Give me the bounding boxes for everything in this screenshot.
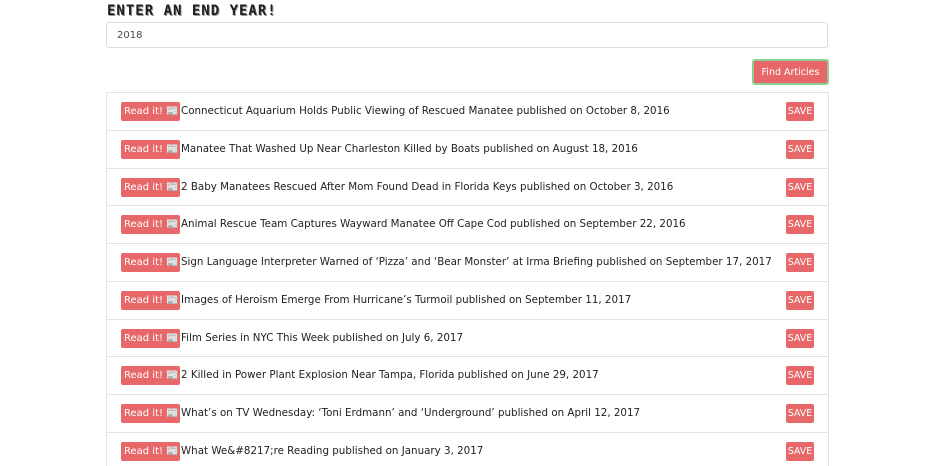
read-it-button[interactable]: Read it! 📰 (121, 441, 181, 461)
article-row: Read it! 📰 2 Killed in Power Plant Explos… (107, 357, 828, 395)
save-button[interactable]: SAVE (786, 366, 814, 386)
article-title: Images of Heroism Emerge From Hurricane’… (181, 293, 632, 306)
read-it-label: Read it! (124, 257, 164, 268)
article-row: Read it! 📰 Animal Rescue Team Captures Wa… (107, 206, 828, 244)
end-year-input[interactable] (106, 22, 828, 48)
newspaper-icon: 📰 (166, 106, 179, 117)
article-row: Read it! 📰 What’s on TV Wednesday: ‘Toni … (107, 395, 828, 433)
read-it-button[interactable]: Read it! 📰 (121, 253, 181, 272)
save-button[interactable]: SAVE (786, 290, 814, 310)
article-title: 2 Killed in Power Plant Explosion Near T… (181, 369, 599, 382)
article-row: Read it! 📰 Manatee That Washed Up Near Ch… (107, 131, 828, 169)
save-button[interactable]: SAVE (786, 441, 814, 461)
read-it-button[interactable]: Read it! 📰 (121, 102, 181, 121)
newspaper-icon: 📰 (166, 332, 179, 344)
save-button[interactable]: SAVE (786, 404, 814, 423)
save-button[interactable]: SAVE (786, 139, 814, 159)
read-it-button[interactable]: Read it! 📰 (121, 366, 181, 386)
read-it-label: Read it! (124, 143, 164, 155)
page: Enter an End Year! Find Articles Read it… (0, 0, 934, 466)
read-it-label: Read it! (124, 370, 164, 382)
newspaper-icon: 📰 (166, 257, 179, 268)
article-title: Sign Language Interpreter Warned of ‘Piz… (181, 256, 772, 268)
newspaper-icon: 📰 (166, 143, 179, 155)
article-row: Read it! 📰 Sign Language Interpreter Warn… (107, 244, 828, 282)
article-row: Read it! 📰 What We&#8217;re Reading publi… (107, 433, 828, 466)
read-it-label: Read it! (124, 332, 164, 344)
newspaper-icon: 📰 (166, 408, 179, 419)
article-row: Read it! 📰 Connecticut Aquarium Holds Pub… (107, 93, 828, 131)
read-it-button[interactable]: Read it! 📰 (121, 215, 181, 235)
read-it-label: Read it! (124, 181, 164, 193)
read-it-button[interactable]: Read it! 📰 (121, 139, 181, 159)
save-button[interactable]: SAVE (786, 102, 814, 121)
newspaper-icon: 📰 (166, 370, 179, 382)
newspaper-icon: 📰 (166, 445, 179, 457)
read-it-label: Read it! (124, 294, 164, 306)
article-title: Animal Rescue Team Captures Wayward Mana… (181, 218, 686, 231)
newspaper-icon: 📰 (166, 219, 179, 231)
end-year-heading: Enter an End Year! (107, 3, 277, 19)
newspaper-icon: 📰 (166, 294, 179, 306)
save-button[interactable]: SAVE (786, 177, 814, 197)
find-articles-button[interactable]: Find Articles (752, 59, 829, 85)
article-row: Read it! 📰 2 Baby Manatees Rescued After … (107, 169, 828, 207)
read-it-label: Read it! (124, 445, 164, 457)
article-row: Read it! 📰 Images of Heroism Emerge From … (107, 282, 828, 320)
article-list: Read it! 📰 Connecticut Aquarium Holds Pub… (106, 92, 829, 466)
read-it-button[interactable]: Read it! 📰 (121, 177, 181, 197)
article-title: Film Series in NYC This Week published o… (181, 331, 464, 344)
read-it-button[interactable]: Read it! 📰 (121, 404, 181, 423)
article-title: Connecticut Aquarium Holds Public Viewin… (181, 105, 670, 117)
save-button[interactable]: SAVE (786, 253, 814, 272)
article-row: Read it! 📰 Film Series in NYC This Week p… (107, 320, 828, 358)
read-it-label: Read it! (124, 408, 164, 419)
read-it-label: Read it! (124, 219, 164, 231)
read-it-button[interactable]: Read it! 📰 (121, 290, 181, 310)
article-title: Manatee That Washed Up Near Charleston K… (181, 142, 638, 155)
article-title: What We&#8217;re Reading published on Ja… (181, 444, 484, 457)
save-button[interactable]: SAVE (786, 215, 814, 235)
save-button[interactable]: SAVE (786, 328, 814, 348)
article-title: 2 Baby Manatees Rescued After Mom Found … (181, 180, 674, 193)
read-it-label: Read it! (124, 106, 164, 117)
newspaper-icon: 📰 (166, 181, 179, 193)
article-title: What’s on TV Wednesday: ‘Toni Erdmann’ a… (181, 407, 641, 419)
read-it-button[interactable]: Read it! 📰 (121, 328, 181, 348)
